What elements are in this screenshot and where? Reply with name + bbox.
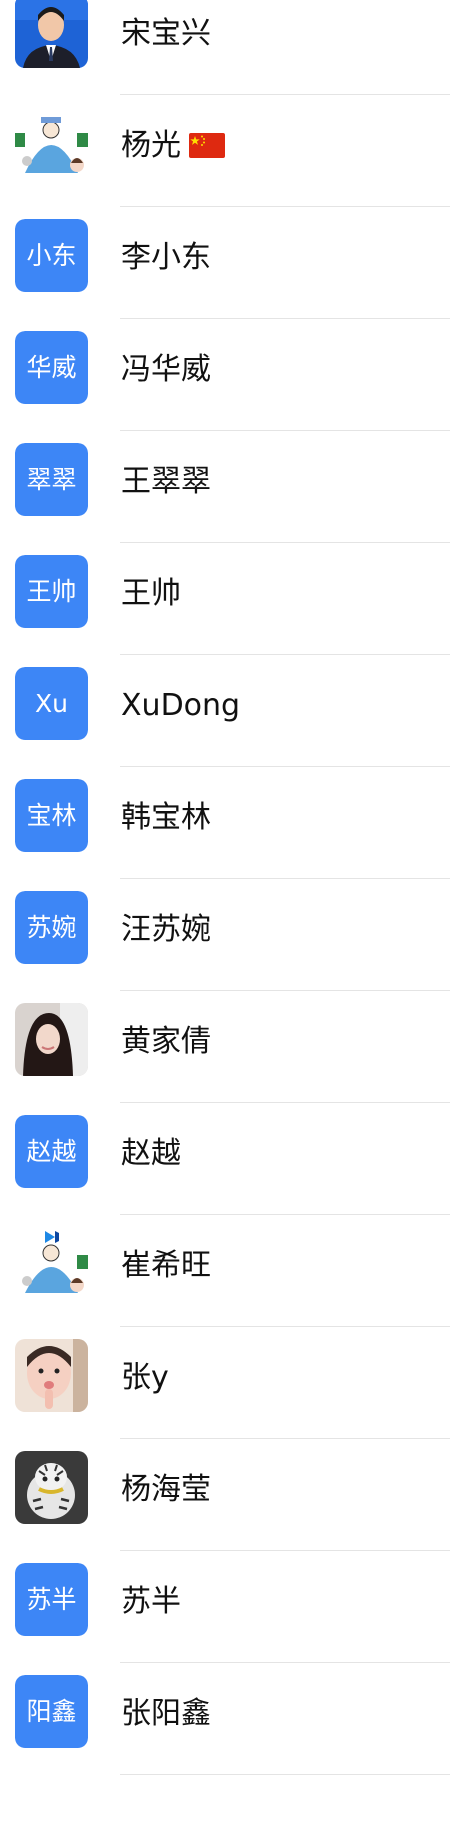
avatar[interactable]: 苏婉 [15,891,88,964]
avatar[interactable]: 宝林 [15,779,88,852]
avatar[interactable] [15,1339,88,1412]
contact-name: 冯华威 [121,352,211,387]
avatar[interactable] [15,1227,88,1300]
avatar[interactable] [15,107,88,180]
contact-row[interactable]: 阳鑫 张阳鑫 [0,1640,450,1775]
avatar[interactable]: 翠翠 [15,443,88,516]
tiger-toy-icon [15,1451,88,1524]
contact-name: 王翠翠 [121,464,211,499]
avatar-text: 王帅 [15,555,88,628]
avatar[interactable]: 赵越 [15,1115,88,1188]
avatar[interactable]: 苏半 [15,1563,88,1636]
contact-row[interactable]: 宋宝兴 [0,0,450,95]
contact-name: 王帅 [121,576,181,611]
contact-row[interactable]: 杨光 [0,72,450,207]
contact-row[interactable]: Xu XuDong [0,632,450,767]
contact-name: 李小东 [121,240,211,275]
contact-row[interactable]: 翠翠 王翠翠 [0,408,450,543]
contact-name: 苏半 [121,1584,181,1619]
contact-name: 张阳鑫 [121,1696,211,1731]
contact-name: 宋宝兴 [121,16,211,51]
avatar[interactable]: 华威 [15,331,88,404]
china-flag-icon [189,133,225,158]
avatar[interactable]: 阳鑫 [15,1675,88,1748]
contact-row[interactable]: 张y [0,1304,450,1439]
contact-name: 韩宝林 [121,800,211,835]
avatar[interactable]: 王帅 [15,555,88,628]
avatar-text: 宝林 [15,779,88,852]
avatar-text: 小东 [15,219,88,292]
contact-row[interactable]: 崔希旺 [0,1192,450,1327]
woman-portrait-icon [15,1003,88,1076]
contact-name: 张y [121,1360,169,1395]
avatar-text: 阳鑫 [15,1675,88,1748]
contact-row[interactable]: 苏婉 汪苏婉 [0,856,450,991]
contact-name: 黄家倩 [121,1024,211,1059]
child-portrait-icon [15,1339,88,1412]
avatar-text: 翠翠 [15,443,88,516]
cartoon-scene-icon [15,107,88,180]
contact-name: 杨光 [121,131,225,161]
avatar-text: Xu [15,667,88,740]
contact-name: 汪苏婉 [121,912,211,947]
contact-name: 崔希旺 [121,1248,211,1283]
row-divider [120,1774,450,1775]
contact-name: 赵越 [121,1136,181,1171]
avatar[interactable] [15,0,88,68]
avatar[interactable]: Xu [15,667,88,740]
contact-row[interactable]: 宝林 韩宝林 [0,744,450,879]
avatar-text: 苏婉 [15,891,88,964]
contact-row[interactable]: 赵越 赵越 [0,1080,450,1215]
contact-row[interactable]: 黄家倩 [0,968,450,1103]
contact-name: 杨海莹 [121,1472,211,1507]
avatar[interactable]: 小东 [15,219,88,292]
contact-name: XuDong [121,688,241,723]
contact-row[interactable]: 苏半 苏半 [0,1528,450,1663]
avatar-text: 赵越 [15,1115,88,1188]
contact-list: 宋宝兴 杨光 小东 李小东 华威 冯华威 翠翠 王翠翠 王帅 王帅 Xu XuD… [0,0,450,1822]
avatar[interactable] [15,1003,88,1076]
avatar-text: 苏半 [15,1563,88,1636]
man-suit-portrait-icon [15,0,88,68]
contact-row[interactable]: 杨海莹 [0,1416,450,1551]
avatar[interactable] [15,1451,88,1524]
avatar-text: 华威 [15,331,88,404]
contact-row[interactable]: 华威 冯华威 [0,296,450,431]
contact-name-text: 杨光 [121,128,181,163]
cartoon-scene-code-logo-icon [15,1227,88,1300]
contact-row[interactable]: 王帅 王帅 [0,520,450,655]
contact-row[interactable]: 小东 李小东 [0,184,450,319]
